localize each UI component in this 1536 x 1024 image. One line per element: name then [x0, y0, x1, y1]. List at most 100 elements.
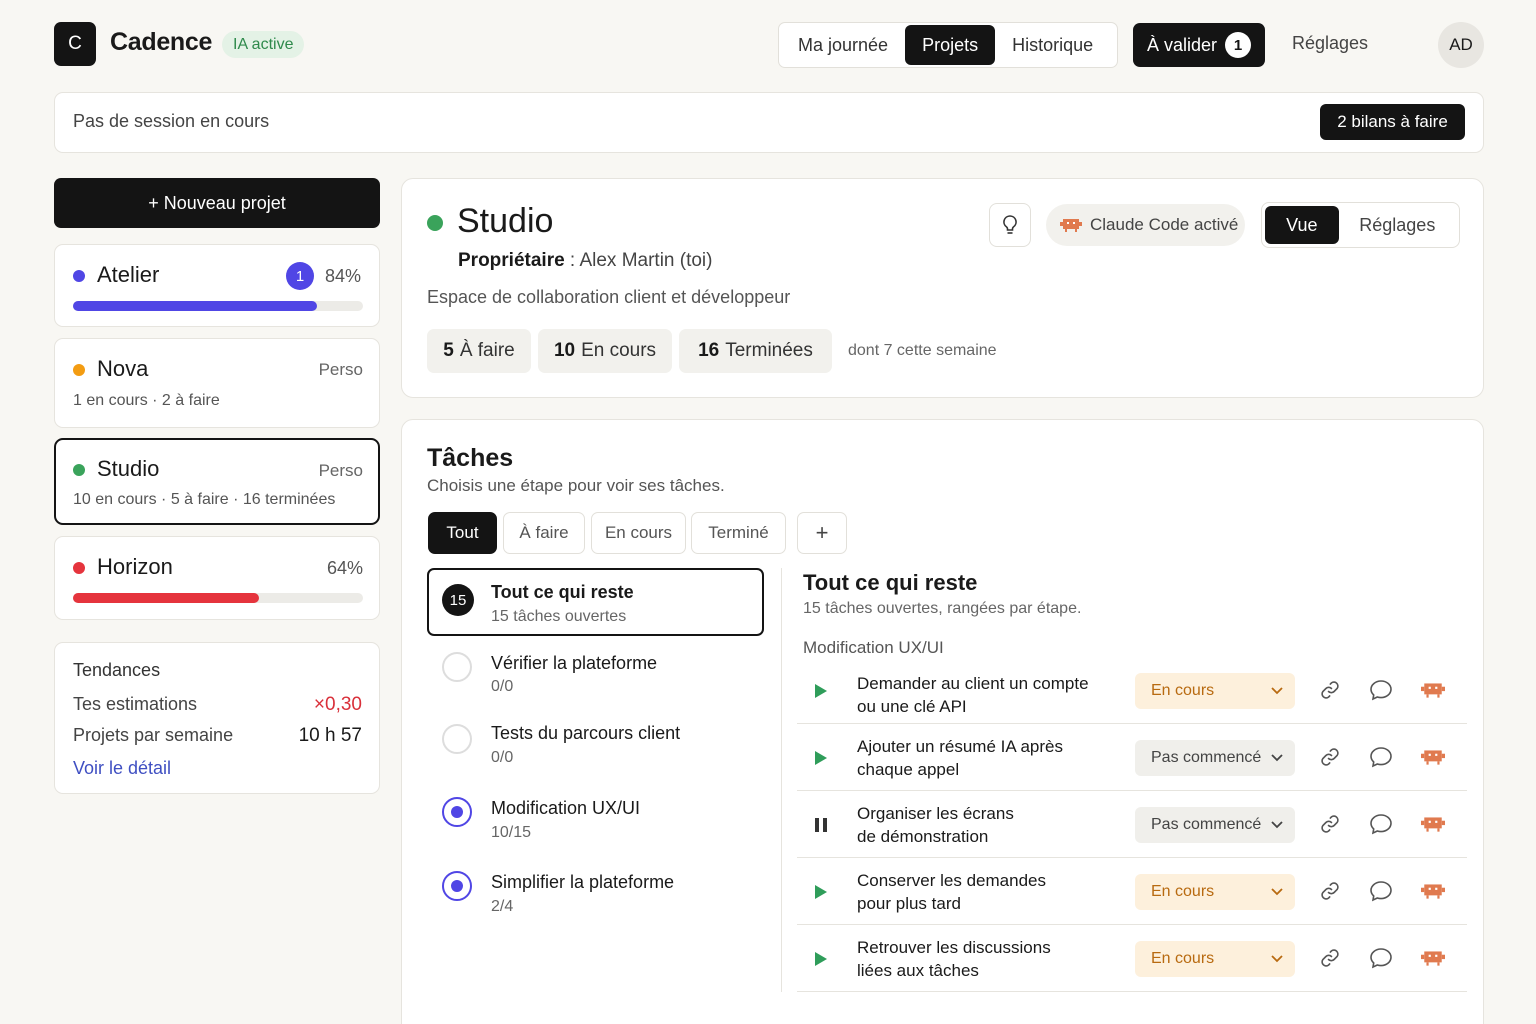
task-row[interactable]: Retrouver les discussions liées aux tâche… — [797, 926, 1467, 992]
trend-label: Tes estimations — [73, 694, 198, 714]
link-icon[interactable] — [1318, 812, 1342, 836]
tasks-subtitle: Choisis une étape pour voir ses tâches. — [427, 476, 725, 495]
stat-number: 16 — [698, 340, 720, 361]
filter-a-faire[interactable]: À faire — [503, 512, 585, 554]
stage-title: Tests du parcours client — [491, 723, 681, 743]
project-name: Studio — [97, 456, 160, 481]
stat-en-cours: 10 En cours — [538, 329, 672, 373]
reglages-link[interactable]: Réglages — [1292, 33, 1368, 54]
tab-reglages[interactable]: Réglages — [1339, 206, 1456, 244]
stat-label: Terminées — [725, 340, 813, 361]
chevron-down-icon — [1271, 687, 1283, 695]
owner-separator: : — [564, 250, 580, 271]
robot-icon[interactable] — [1421, 745, 1445, 769]
trend-value-projets: 10 h 57 — [298, 725, 362, 746]
comment-icon[interactable] — [1369, 879, 1393, 903]
link-icon[interactable] — [1318, 678, 1342, 702]
a-valider-count: 1 — [1225, 32, 1252, 58]
link-icon[interactable] — [1318, 946, 1342, 970]
group-label: Modification UX/UI — [803, 638, 944, 657]
project-card-nova[interactable]: Nova Perso 1 en cours · 2 à faire — [54, 338, 380, 428]
stage-subtitle: 0/0 — [491, 749, 514, 766]
task-row[interactable]: Ajouter un résumé IA après chaque appel Pa… — [797, 725, 1467, 791]
stage-count-badge: 15 — [442, 584, 474, 616]
robot-icon[interactable] — [1421, 678, 1445, 702]
project-badge: 1 — [286, 262, 314, 290]
task-status-select[interactable]: En cours — [1135, 874, 1295, 910]
task-title: Conserver les demandes pour plus tard — [857, 871, 1046, 913]
play-icon[interactable] — [809, 746, 833, 770]
stage-item-simplifier[interactable]: Simplifier la plateforme 2/4 — [427, 862, 764, 930]
pause-icon[interactable] — [809, 813, 833, 837]
comment-icon[interactable] — [1369, 745, 1393, 769]
project-percent: 84% — [325, 266, 362, 286]
project-card-studio[interactable]: Studio Perso 10 en cours · 5 à faire · 1… — [54, 438, 380, 525]
stage-empty-circle-icon — [442, 724, 472, 754]
project-card-horizon[interactable]: Horizon 64% — [54, 536, 380, 620]
task-row[interactable]: Conserver les demandes pour plus tard En c… — [797, 859, 1467, 925]
nav-tab-projets[interactable]: Projets — [905, 25, 996, 65]
play-icon[interactable] — [809, 880, 833, 904]
session-status: Pas de session en cours — [73, 111, 270, 131]
nav-tab-ma-journee[interactable]: Ma journée — [781, 25, 905, 65]
task-title: Demander au client un compte ou une clé A… — [857, 674, 1089, 716]
project-progress-bar — [73, 593, 363, 603]
add-filter-button[interactable]: + — [797, 512, 847, 554]
task-row[interactable]: Demander au client un compte ou une clé A… — [797, 658, 1467, 724]
task-status-value: En cours — [1151, 682, 1215, 699]
task-status-select[interactable]: Pas commencé — [1135, 807, 1295, 843]
stat-label: À faire — [459, 340, 515, 361]
robot-icon[interactable] — [1421, 946, 1445, 970]
owner-label: Propriétaire — [458, 250, 565, 271]
task-status-select[interactable]: En cours — [1135, 673, 1295, 709]
owner-value: Alex Martin (toi) — [579, 250, 713, 271]
nav-tab-historique[interactable]: Historique — [995, 25, 1110, 65]
play-icon[interactable] — [809, 947, 833, 971]
stage-title: Tout ce qui reste — [491, 582, 634, 602]
claude-code-label: Claude Code activé — [1090, 215, 1239, 234]
trends-detail-link[interactable]: Voir le détail — [73, 758, 171, 779]
play-icon[interactable] — [809, 679, 833, 703]
stage-empty-circle-icon — [442, 652, 472, 682]
trend-value-estimations: ×0,30 — [313, 694, 362, 715]
stage-subtitle: 0/0 — [491, 678, 514, 695]
task-status-select[interactable]: Pas commencé — [1135, 740, 1295, 776]
comment-icon[interactable] — [1369, 678, 1393, 702]
tab-vue[interactable]: Vue — [1265, 206, 1339, 244]
stage-item-modification[interactable]: Modification UX/UI 10/15 — [427, 788, 764, 856]
stage-item-tests[interactable]: Tests du parcours client 0/0 — [427, 714, 764, 782]
filter-tout[interactable]: Tout — [428, 512, 497, 554]
task-status-value: Pas commencé — [1151, 749, 1262, 766]
filter-termine[interactable]: Terminé — [691, 512, 786, 554]
stage-item-verifier[interactable]: Vérifier la plateforme 0/0 — [427, 644, 764, 712]
link-icon[interactable] — [1318, 745, 1342, 769]
a-valider-button[interactable]: À valider 1 — [1133, 23, 1265, 67]
stage-subtitle: 15 tâches ouvertes — [491, 608, 627, 625]
project-subtitle: 1 en cours · 2 à faire — [73, 392, 220, 409]
link-icon[interactable] — [1318, 879, 1342, 903]
chevron-down-icon — [1271, 955, 1283, 963]
comment-icon[interactable] — [1369, 946, 1393, 970]
task-row[interactable]: Organiser les écrans de démonstration Pas … — [797, 792, 1467, 858]
app-name: Cadence — [110, 28, 213, 56]
project-tag: Perso — [318, 461, 363, 480]
new-project-button[interactable]: + Nouveau projet — [54, 178, 380, 228]
user-avatar[interactable]: AD — [1438, 22, 1484, 68]
robot-icon[interactable] — [1421, 879, 1445, 903]
filter-en-cours[interactable]: En cours — [591, 512, 686, 554]
tasks-title: Tâches — [427, 444, 514, 472]
ideas-button[interactable] — [989, 203, 1031, 247]
panel-divider — [781, 568, 782, 992]
chevron-down-icon — [1271, 754, 1283, 762]
stage-item-tout[interactable]: 15 Tout ce qui reste 15 tâches ouvertes — [427, 568, 764, 636]
chevron-down-icon — [1271, 888, 1283, 896]
stage-title: Modification UX/UI — [491, 798, 641, 818]
project-card-atelier[interactable]: Atelier 1 84% — [54, 244, 380, 327]
comment-icon[interactable] — [1369, 812, 1393, 836]
task-status-select[interactable]: En cours — [1135, 941, 1295, 977]
bilans-button[interactable]: 2 bilans à faire — [1320, 104, 1465, 140]
stage-title: Simplifier la plateforme — [491, 872, 675, 892]
claude-code-status[interactable]: Claude Code activé — [1046, 204, 1245, 246]
app-logo[interactable]: C — [54, 22, 96, 66]
robot-icon[interactable] — [1421, 812, 1445, 836]
